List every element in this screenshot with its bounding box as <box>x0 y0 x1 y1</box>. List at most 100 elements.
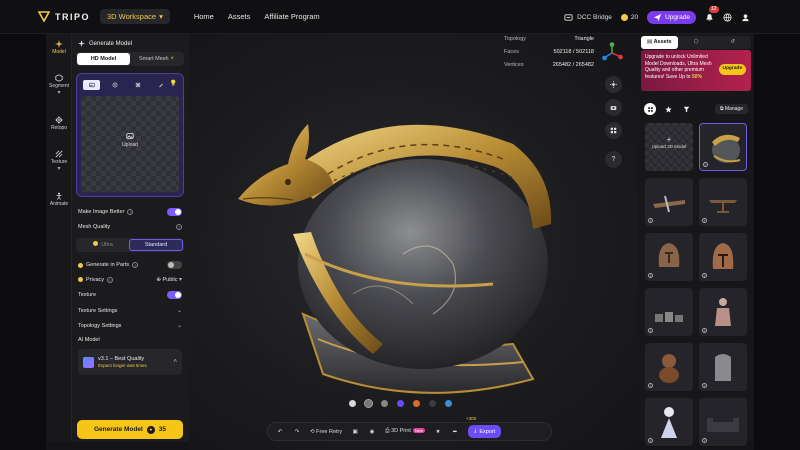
asset-tile[interactable]: i <box>645 398 693 446</box>
info-icon[interactable]: i <box>648 383 653 388</box>
dcc-bridge-button[interactable]: DCC Bridge <box>564 13 612 22</box>
info-icon[interactable]: i <box>648 218 653 223</box>
info-icon[interactable]: i <box>702 383 707 388</box>
single-image-mode-button[interactable] <box>83 80 100 90</box>
ai-model-select[interactable]: v3.1 – Best Quality Expect longer wait t… <box>78 349 182 375</box>
sketch-mode-button[interactable] <box>152 80 169 90</box>
material-wire-swatch[interactable] <box>381 400 388 407</box>
asset-tile[interactable]: i <box>645 343 693 391</box>
asset-tile[interactable]: i <box>645 233 693 281</box>
caret-down-icon: ▾ <box>159 12 163 21</box>
info-icon[interactable]: i <box>702 273 707 278</box>
help-icon[interactable]: ? <box>132 262 139 268</box>
printer-icon: ⎙ <box>385 428 390 434</box>
credits-counter[interactable]: 20 <box>620 13 638 21</box>
panel-title-text: Generate Model <box>89 40 133 47</box>
quality-ultra-option[interactable]: Ultra <box>77 239 129 251</box>
screenshot-button[interactable] <box>605 99 622 116</box>
logo[interactable]: TRIPO <box>38 11 90 22</box>
filter-button[interactable] <box>680 103 692 115</box>
globe-icon[interactable] <box>723 12 732 22</box>
share-icon[interactable]: ➦ <box>451 428 459 436</box>
info-icon[interactable]: i <box>648 273 653 278</box>
bridge-icon <box>564 13 573 21</box>
asset-tile[interactable]: i <box>699 343 747 391</box>
generate-in-parts-row: Generate in Parts ? <box>78 261 182 269</box>
tab-assets[interactable]: ▤ Assets <box>641 36 678 49</box>
filter-all-button[interactable] <box>644 103 656 115</box>
material-dark-swatch[interactable] <box>429 400 436 407</box>
texture-toggle[interactable] <box>167 291 182 299</box>
tab-history[interactable]: ↺ <box>714 36 751 49</box>
tab-hd-model[interactable]: HD Model <box>77 53 130 65</box>
help-icon[interactable]: ? <box>127 209 134 215</box>
package-icon[interactable]: ▣ <box>351 428 359 436</box>
asset-tile[interactable]: i <box>645 178 693 226</box>
asset-tile[interactable]: i <box>699 233 747 281</box>
filter-favorites-button[interactable] <box>662 103 674 115</box>
material-orange-swatch[interactable] <box>413 400 420 407</box>
axis-gizmo[interactable] <box>601 42 623 64</box>
material-clay-swatch[interactable] <box>364 399 373 408</box>
rail-item-animate[interactable]: Animate <box>46 192 72 207</box>
topology-settings-row[interactable]: Topology Settings ⌄ <box>78 322 182 330</box>
privacy-select[interactable]: ⊕ Public ▾ <box>156 276 182 283</box>
rail-item-segment[interactable]: Segment ▾ <box>46 74 72 96</box>
helmet-3d-model[interactable] <box>233 104 563 424</box>
material-normal-swatch[interactable] <box>397 400 404 407</box>
material-blue-swatch[interactable] <box>445 400 452 407</box>
asset-tile[interactable]: i <box>645 288 693 336</box>
asset-tile[interactable]: i <box>699 178 747 226</box>
manage-button[interactable]: ⧉ Manage <box>714 104 748 114</box>
stat-vertices: Vertices 265482 / 265482 <box>504 62 594 68</box>
rail-item-texture[interactable]: Texture ▾ <box>46 150 72 172</box>
batch-images-mode-button[interactable] <box>129 80 146 90</box>
3d-viewport[interactable]: Topology Triangle Faces 502118 / 502118 Ve… <box>189 34 638 450</box>
tab-smart-mesh[interactable]: Smart Mesh ⚡ <box>130 53 183 65</box>
export-button[interactable]: +300 ⤓ Export <box>466 416 502 438</box>
rail-item-model[interactable]: Model <box>46 40 72 55</box>
rail-item-retopo[interactable]: Retopo <box>46 116 72 131</box>
asset-tile[interactable]: i <box>699 398 747 446</box>
3d-print-button[interactable]: ⎙ 3D Print New <box>385 428 425 435</box>
quality-standard-option[interactable]: Standard <box>129 239 183 251</box>
undo-icon[interactable]: ↶ <box>276 428 284 436</box>
upload-3d-model-tile[interactable]: + Upload 3D Model <box>645 123 693 171</box>
upgrade-button[interactable]: Upgrade <box>647 10 696 24</box>
nav-affiliate[interactable]: Affiliate Program <box>264 12 319 21</box>
tab-models[interactable]: ⬡ <box>678 36 715 49</box>
info-icon[interactable]: i <box>648 438 653 443</box>
notifications-button[interactable]: 12 <box>705 5 719 22</box>
nav-assets[interactable]: Assets <box>228 12 251 21</box>
star-icon[interactable]: ★ <box>434 428 442 436</box>
texture-settings-row[interactable]: Texture Settings ⌄ <box>78 307 182 315</box>
material-white-swatch[interactable] <box>349 400 356 407</box>
asset-tile[interactable]: i <box>699 123 747 171</box>
free-retry-button[interactable]: ⟲ Free Retry <box>310 429 342 435</box>
lighting-button[interactable] <box>605 76 622 93</box>
info-icon[interactable]: i <box>702 438 707 443</box>
lightbulb-icon[interactable]: 💡 <box>170 80 177 87</box>
upload-dropzone[interactable]: Upload <box>81 96 179 192</box>
generate-model-button[interactable]: Generate Model ● 35 <box>77 420 183 439</box>
promo-upgrade-button[interactable]: Upgrade <box>718 64 746 75</box>
info-icon[interactable]: i <box>702 218 707 223</box>
manage-label: Manage <box>724 106 743 112</box>
asset-tile[interactable]: i <box>699 288 747 336</box>
multi-view-mode-button[interactable] <box>106 80 123 90</box>
user-icon[interactable] <box>741 13 750 22</box>
make-image-better-toggle[interactable] <box>167 208 182 216</box>
make-image-better-label: Make Image Better <box>78 209 125 215</box>
help-button[interactable]: ? <box>605 151 622 168</box>
help-icon[interactable]: ? <box>107 276 114 283</box>
info-icon[interactable]: i <box>702 328 707 333</box>
grid-view-button[interactable] <box>605 122 622 139</box>
help-icon[interactable]: ? <box>176 224 182 230</box>
generate-in-parts-toggle[interactable] <box>167 261 182 269</box>
workspace-dropdown[interactable]: 3D Workspace ▾ <box>100 9 170 24</box>
eye-icon[interactable]: ◉ <box>368 428 376 436</box>
info-icon[interactable]: i <box>703 162 708 167</box>
redo-icon[interactable]: ↷ <box>293 428 301 436</box>
info-icon[interactable]: i <box>648 328 653 333</box>
nav-home[interactable]: Home <box>194 12 214 21</box>
